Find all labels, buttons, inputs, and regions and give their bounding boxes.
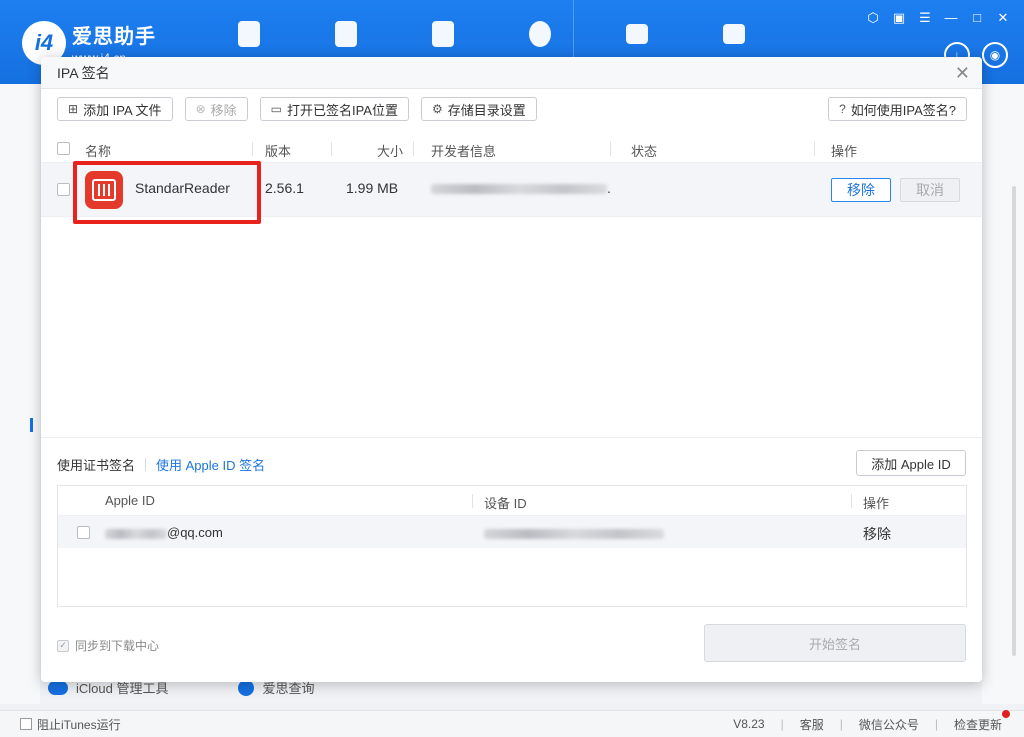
select-all-checkbox[interactable] [57, 142, 70, 155]
logo-name: 爱思助手 [72, 26, 156, 48]
storage-settings-button[interactable]: ⚙ 存储目录设置 [420, 97, 537, 121]
row-checkbox[interactable] [57, 183, 70, 196]
col-name: 名称 [85, 144, 112, 159]
account-remove-link[interactable]: 移除 [863, 524, 891, 544]
row-cancel-button[interactable]: 取消 [900, 178, 960, 202]
highlight-box [73, 161, 261, 224]
close-icon[interactable]: ✕ [955, 63, 970, 84]
col-action: 操作 [831, 144, 858, 159]
question-icon: ? [839, 102, 846, 116]
developer-info: . [431, 180, 611, 196]
column-separator [252, 142, 253, 156]
nav-phone-icon[interactable] [200, 14, 297, 54]
col-status: 状态 [631, 144, 658, 159]
column-separator [610, 142, 611, 156]
remove-circle-icon: ⊗ [195, 102, 206, 116]
wechat-link[interactable]: 微信公众号 [843, 716, 935, 733]
add-file-icon: ⊞ [68, 102, 79, 116]
redacted-developer-info [431, 184, 607, 195]
col-size: 大小 [377, 144, 404, 159]
block-itunes-checkbox[interactable] [20, 718, 32, 730]
signing-method-tabs: 使用证书签名 使用 Apple ID 签名 [57, 455, 265, 474]
account-checkbox[interactable] [77, 526, 90, 539]
column-separator [331, 142, 332, 156]
app-version: 2.56.1 [265, 180, 304, 196]
user-avatar-icon[interactable]: ◉ [982, 42, 1008, 68]
open-signed-location-label: 打开已签名IPA位置 [286, 102, 398, 118]
update-notification-dot [1002, 710, 1010, 718]
column-separator [851, 494, 852, 508]
apple-id-table: Apple ID 设备 ID 操作 @qq.com 移除 [57, 485, 967, 607]
check-update-link[interactable]: 检查更新 [938, 716, 1002, 733]
signing-section-divider [41, 437, 982, 438]
add-apple-id-button[interactable]: 添加 Apple ID [856, 450, 966, 476]
redacted-apple-id [105, 528, 167, 539]
skin-icon[interactable]: ⬡ [866, 10, 880, 26]
close-window-icon[interactable]: ✕ [996, 10, 1010, 26]
block-itunes-toggle[interactable]: 阻止iTunes运行 [20, 716, 121, 733]
dialog-toolbar: ⊞ 添加 IPA 文件 ⊗ 移除 ▭ 打开已签名IPA位置 ⚙ 存储目录设置 ?… [57, 97, 967, 121]
col-version: 版本 [265, 144, 292, 159]
column-separator [814, 142, 815, 156]
col-apple-id: Apple ID [105, 493, 155, 508]
table-row[interactable]: @qq.com 移除 [58, 516, 966, 548]
developer-suffix: . [607, 180, 611, 196]
window-controls: ⬡ ▣ ☰ — □ ✕ [866, 10, 1010, 26]
nav-music-file-icon[interactable] [394, 14, 491, 54]
sync-checkbox[interactable]: ✓ [57, 639, 69, 652]
apple-id-suffix: @qq.com [167, 525, 223, 540]
row-remove-button[interactable]: 移除 [831, 178, 891, 202]
remove-label: 移除 [210, 102, 237, 118]
ipa-table-header: 名称 版本 大小 开发者信息 状态 操作 [41, 135, 982, 163]
minimize-icon[interactable]: — [944, 10, 958, 26]
account-device-id [484, 525, 664, 540]
tab-certificate-signing[interactable]: 使用证书签名 [57, 455, 135, 474]
column-separator [413, 142, 414, 156]
help-button[interactable]: ? 如何使用IPA签名? [828, 97, 967, 121]
redacted-device-id [484, 528, 664, 539]
col-account-action: 操作 [863, 496, 890, 511]
main-nav [200, 14, 782, 54]
storage-settings-label: 存储目录设置 [447, 102, 526, 118]
column-separator [472, 494, 473, 508]
background-active-marker [30, 418, 33, 432]
dialog-title: IPA 签名 [41, 57, 982, 89]
version-label: V8.23 [733, 717, 765, 731]
help-label: 如何使用IPA签名? [850, 102, 956, 118]
background-left-panel [0, 84, 40, 704]
apple-id-table-header: Apple ID 设备 ID 操作 [58, 486, 966, 516]
settings-icon: ⚙ [431, 102, 443, 116]
icloud-icon [48, 680, 68, 695]
sync-label: 同步到下载中心 [75, 639, 160, 653]
tab-apple-id-signing[interactable]: 使用 Apple ID 签名 [156, 455, 265, 474]
sync-to-download-toggle[interactable]: ✓ 同步到下载中心 [57, 637, 159, 654]
folder-icon: ▭ [270, 102, 282, 116]
status-bar: 阻止iTunes运行 V8.23 | 客服 | 微信公众号 | 检查更新 [0, 710, 1024, 737]
account-apple-id: @qq.com [105, 525, 223, 540]
background-scrollbar[interactable] [1012, 186, 1016, 656]
nav-toolbox-icon[interactable] [588, 14, 685, 54]
start-sign-button[interactable]: 开始签名 [704, 624, 966, 662]
background-right-panel [982, 84, 1024, 704]
nav-cube-icon[interactable] [297, 14, 394, 54]
nav-briefcase-icon[interactable] [685, 14, 782, 54]
feedback-icon[interactable]: ▣ [892, 10, 906, 26]
menu-icon[interactable]: ☰ [918, 10, 932, 26]
service-link[interactable]: 客服 [784, 716, 840, 733]
col-developer: 开发者信息 [431, 144, 497, 159]
ipa-sign-dialog: IPA 签名 ✕ ⊞ 添加 IPA 文件 ⊗ 移除 ▭ 打开已签名IPA位置 ⚙… [41, 57, 982, 682]
remove-button[interactable]: ⊗ 移除 [184, 97, 248, 121]
open-signed-location-button[interactable]: ▭ 打开已签名IPA位置 [259, 97, 409, 121]
app-size: 1.99 MB [346, 180, 399, 196]
add-ipa-button[interactable]: ⊞ 添加 IPA 文件 [57, 97, 173, 121]
block-itunes-label: 阻止iTunes运行 [37, 717, 121, 732]
col-device-id: 设备 ID [484, 496, 527, 511]
maximize-icon[interactable]: □ [970, 10, 984, 26]
add-ipa-label: 添加 IPA 文件 [83, 102, 162, 118]
tab-divider [145, 458, 147, 471]
